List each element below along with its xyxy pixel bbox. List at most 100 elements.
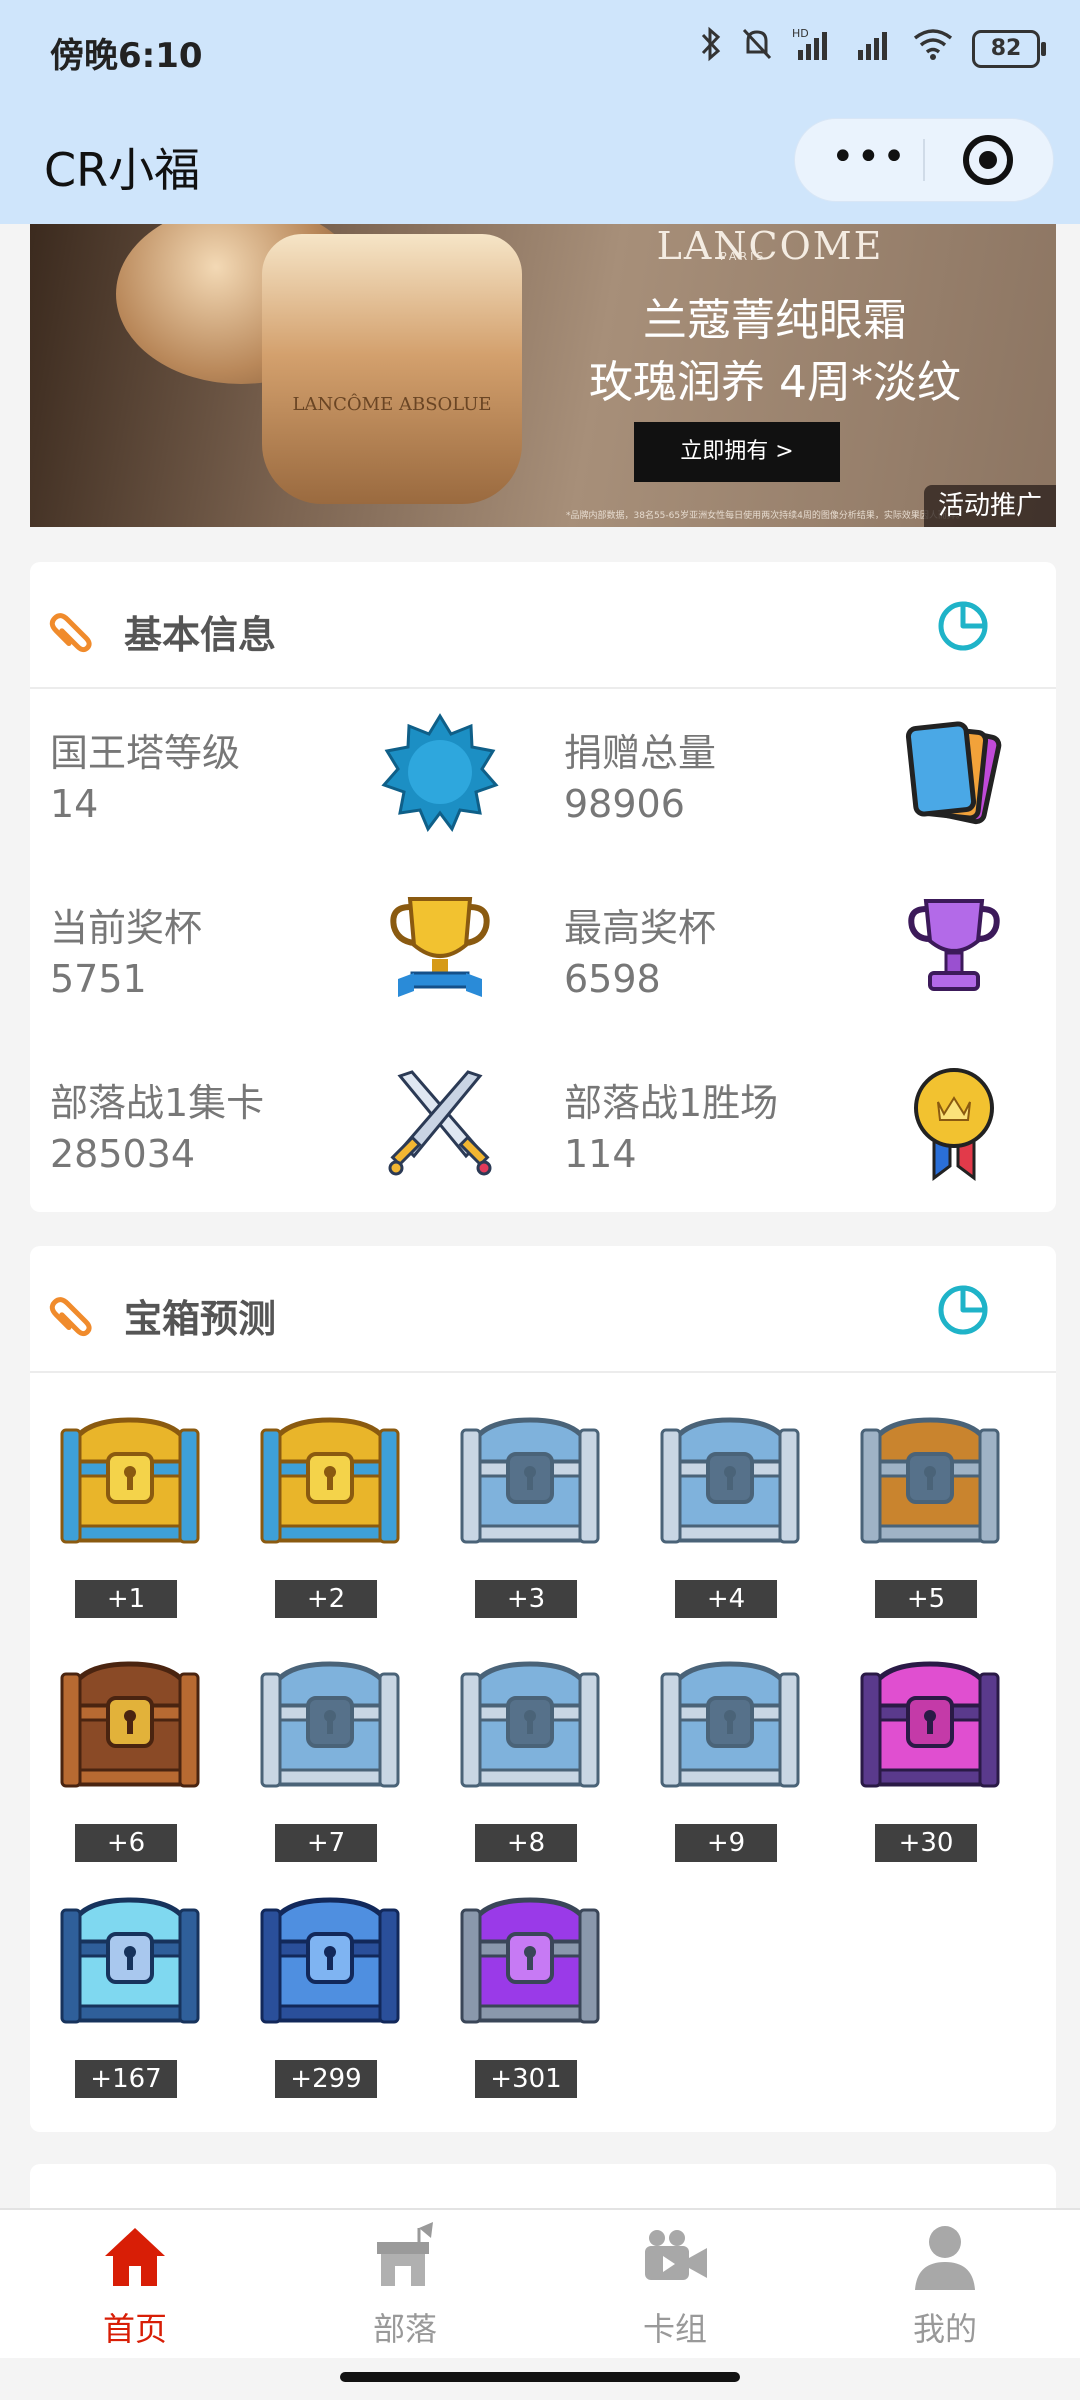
basic-info-title: 基本信息 <box>124 613 277 657</box>
ad-banner[interactable]: LANCÔME ABSOLUE LANCOME PARIS 兰蔻菁纯眼霜 玫瑰润… <box>30 224 1056 527</box>
wifi-icon <box>912 26 954 71</box>
miniprogram-capsule: ••• <box>794 118 1054 202</box>
chest-count-label: +2 <box>275 1580 377 1618</box>
close-target-icon[interactable] <box>963 135 1013 185</box>
cards-icon <box>905 721 1002 825</box>
chest-item: +2 <box>250 1406 410 1618</box>
brand-logo: LANCOME <box>656 224 884 268</box>
clan-icon <box>377 2222 433 2286</box>
tab-deck-label: 卡组 <box>642 2310 707 2348</box>
signal-icon <box>854 26 894 71</box>
stat-value-king-level: 14 <box>50 782 99 826</box>
stat-label-current-trophies: 当前奖杯 <box>50 906 203 950</box>
chest-count-label: +301 <box>475 2060 577 2098</box>
silver-chest-icon <box>460 1661 600 1788</box>
chest-item: +30 <box>850 1650 1010 1862</box>
pie-chart-icon[interactable] <box>936 599 990 653</box>
chest-count-label: +1 <box>75 1580 177 1618</box>
status-time: 傍晚6:10 <box>50 36 203 76</box>
tab-profile[interactable]: 我的 <box>810 2210 1080 2358</box>
stat-label-war-cards: 部落战1集卡 <box>50 1081 265 1125</box>
tab-home[interactable]: 首页 <box>0 2210 270 2358</box>
silver-chest-icon <box>460 1417 600 1544</box>
silver-chest-icon <box>660 1661 800 1788</box>
stat-label-best-trophies: 最高奖杯 <box>564 906 717 950</box>
purple-trophy-icon <box>908 899 1000 991</box>
basic-info-header: 基本信息 <box>30 562 1056 689</box>
gold-chest-icon <box>60 1417 200 1544</box>
chest-item: +4 <box>650 1406 810 1618</box>
chest-item: +299 <box>250 1886 410 2098</box>
chest-item: +7 <box>250 1650 410 1862</box>
banner-headline: 兰蔻菁纯眼霜 <box>643 295 907 346</box>
gold-chest-icon <box>260 1417 400 1544</box>
stat-label-donations: 捐赠总量 <box>564 731 717 775</box>
jar-label: LANCÔME ABSOLUE <box>292 394 492 415</box>
banner-fine-print: *品牌内部数据，38名55-65岁亚洲女性每日使用两次持续4周的图像分析结果，实… <box>566 511 965 521</box>
banner-subheadline: 玫瑰润养 4周*淡纹 <box>589 357 961 408</box>
stat-value-current-trophies: 5751 <box>50 957 147 1001</box>
silver-chest-icon <box>260 1661 400 1788</box>
chest-count-label: +6 <box>75 1824 177 1862</box>
giant-chest-icon <box>60 1897 200 2024</box>
chest-prediction-header: 宝箱预测 <box>30 1246 1056 1373</box>
wooden-chest-icon <box>860 1417 1000 1544</box>
crossed-swords-icon <box>388 1070 492 1176</box>
chest-count-label: +5 <box>875 1580 977 1618</box>
tab-clan-label: 部落 <box>372 2310 437 2348</box>
chest-item: +3 <box>450 1406 610 1618</box>
status-bar: 傍晚6:10 HD 82 <box>0 0 1080 104</box>
bluetooth-icon <box>700 26 722 71</box>
cage-chest-icon <box>60 1661 200 1788</box>
chest-item: +9 <box>650 1650 810 1862</box>
app-title: CR小福 <box>44 143 201 197</box>
paperclip-icon <box>49 613 92 653</box>
chest-item: +8 <box>450 1650 610 1862</box>
battery-indicator: 82 <box>972 29 1046 68</box>
capsule-divider <box>923 139 925 181</box>
stat-value-war-wins: 114 <box>564 1132 637 1176</box>
pie-chart-icon[interactable] <box>936 1283 990 1337</box>
mute-bell-icon <box>740 26 774 71</box>
chest-count-label: +9 <box>675 1824 777 1862</box>
chest-prediction-title: 宝箱预测 <box>124 1297 277 1341</box>
bottom-tab-bar: 首页 部落 卡组 我的 <box>0 2208 1080 2358</box>
signal-hd-icon: HD <box>792 26 836 71</box>
brand-sub-logo: PARIS <box>720 250 767 263</box>
tab-home-label: 首页 <box>102 2310 167 2348</box>
chest-count-label: +30 <box>875 1824 977 1862</box>
cream-jar-image <box>262 234 522 504</box>
basic-info-card: 基本信息 国王塔等级 14 捐赠总量 98906 当前奖杯 5751 最高奖杯 … <box>30 562 1056 1212</box>
tab-clan[interactable]: 部落 <box>270 2210 540 2358</box>
app-header: CR小福 ••• <box>0 104 1080 224</box>
chest-item: +5 <box>850 1406 1010 1618</box>
tab-deck[interactable]: 卡组 <box>540 2210 810 2358</box>
chest-item: +301 <box>450 1886 610 2098</box>
stat-label-king-level: 国王塔等级 <box>50 731 241 775</box>
chest-count-label: +3 <box>475 1580 577 1618</box>
more-options-icon[interactable]: ••• <box>831 137 908 177</box>
stat-value-best-trophies: 6598 <box>564 957 661 1001</box>
stat-value-donations: 98906 <box>564 782 685 826</box>
home-icon <box>105 2228 165 2286</box>
epic-chest-icon <box>460 1897 600 2024</box>
magical-chest-icon <box>860 1661 1000 1788</box>
chest-count-label: +7 <box>275 1824 377 1862</box>
tab-profile-label: 我的 <box>912 2310 977 2348</box>
deck-icon <box>645 2230 707 2280</box>
chest-item: +167 <box>50 1886 210 2098</box>
chest-count-label: +167 <box>75 2060 177 2098</box>
chest-count-label: +8 <box>475 1824 577 1862</box>
chest-item: +6 <box>50 1650 210 1862</box>
stat-label-war-wins: 部落战1胜场 <box>564 1081 779 1125</box>
ad-label: 活动推广 <box>923 485 1056 527</box>
svg-text:HD: HD <box>792 27 809 40</box>
chest-item: +1 <box>50 1406 210 1618</box>
buy-now-button[interactable]: 立即拥有 > <box>634 422 840 482</box>
chest-prediction-card: 宝箱预测 +1 +2 +3 +4 +5 +6 +7 +8 +9 +30 +167 +299 +301 <box>30 1246 1056 2132</box>
profile-icon <box>915 2226 975 2290</box>
medal-icon <box>914 1068 994 1181</box>
level-badge-icon <box>381 713 499 832</box>
chest-count-label: +4 <box>675 1580 777 1618</box>
silver-chest-icon <box>660 1417 800 1544</box>
